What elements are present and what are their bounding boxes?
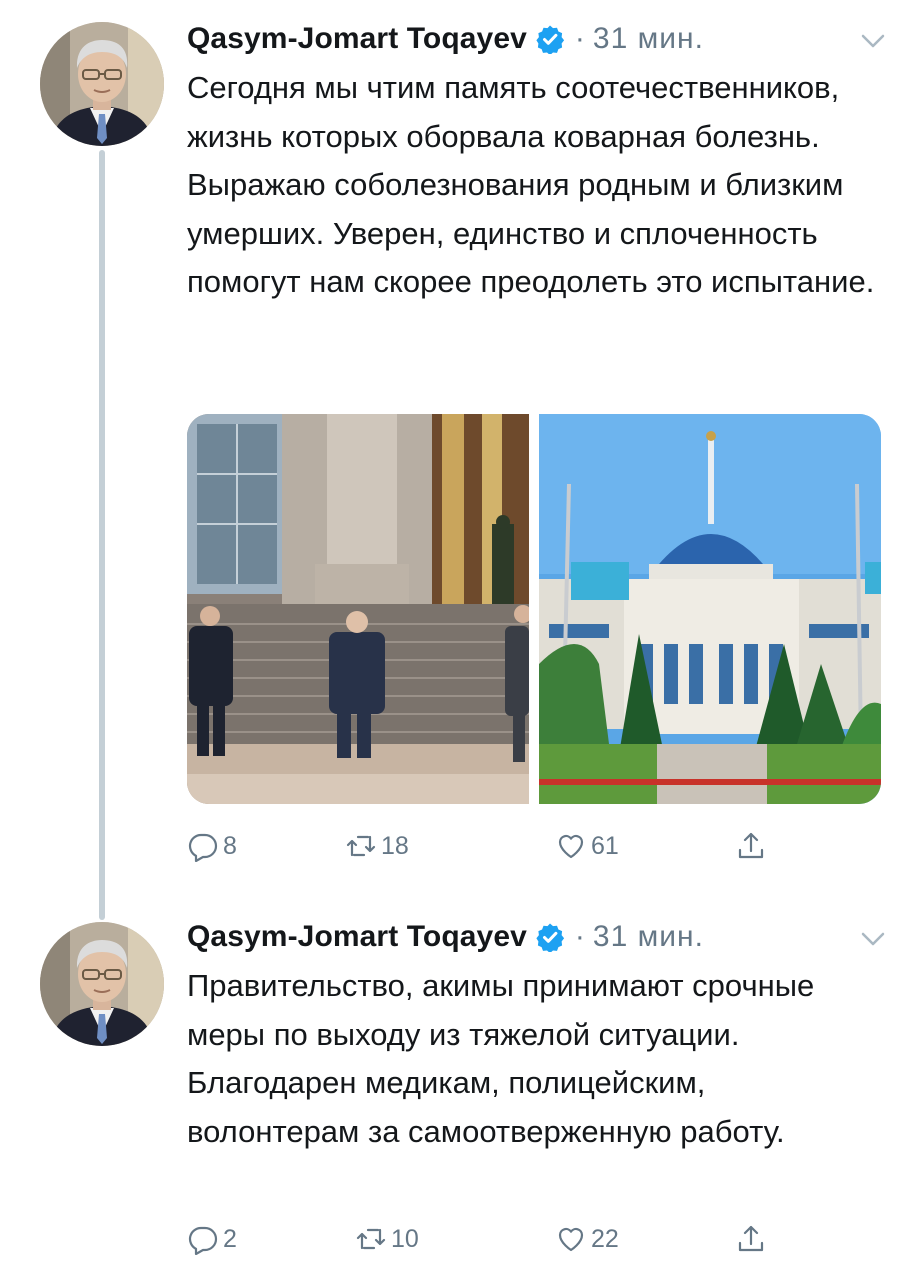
reply-count: 2	[223, 1224, 237, 1253]
like-count: 22	[591, 1224, 619, 1253]
share-button[interactable]	[735, 826, 767, 866]
heart-icon	[558, 1227, 584, 1252]
author-name[interactable]: Qasym-Jomart Toqayev	[187, 920, 527, 954]
retweet-button[interactable]: 18	[345, 826, 409, 866]
reply-count: 8	[223, 831, 237, 860]
verified-badge-icon	[535, 24, 565, 54]
like-button[interactable]: 22	[555, 1219, 619, 1259]
tweet-text: Правительство, акимы принимают срочные м…	[187, 968, 815, 1149]
chevron-down-icon[interactable]	[858, 26, 888, 56]
heart-icon	[558, 834, 584, 859]
separator-dot: ·	[574, 920, 585, 953]
retweet-icon	[356, 1228, 386, 1250]
retweet-count: 10	[391, 1224, 419, 1253]
tweet-1[interactable]: Qasym-Jomart Toqayev · 31 мин. Сегодня м…	[0, 0, 920, 920]
tweet-header: Qasym-Jomart Toqayev · 31 мин.	[187, 16, 704, 62]
chevron-down-icon[interactable]	[858, 924, 888, 954]
author-avatar[interactable]	[40, 22, 164, 146]
reply-icon	[188, 833, 218, 862]
like-button[interactable]: 61	[555, 826, 619, 866]
tweet-time[interactable]: 31 мин.	[593, 920, 704, 954]
tweet-text: Сегодня мы чтим память соотечественников…	[187, 70, 875, 299]
tweet-actions: 8 18 61	[187, 826, 807, 866]
like-count: 61	[591, 831, 619, 860]
tweet-header: Qasym-Jomart Toqayev · 31 мин.	[187, 914, 704, 960]
share-icon	[738, 1225, 764, 1252]
verified-badge-icon	[535, 922, 565, 952]
reply-icon	[188, 1226, 218, 1255]
tweet-media[interactable]	[187, 414, 881, 804]
retweet-icon	[346, 835, 376, 857]
retweet-count: 18	[381, 831, 409, 860]
separator-dot: ·	[574, 22, 585, 55]
author-avatar[interactable]	[40, 922, 164, 1046]
photo-ceremony[interactable]	[187, 414, 529, 804]
tweet-time[interactable]: 31 мин.	[593, 22, 704, 56]
share-icon	[738, 832, 764, 859]
thread-line	[99, 150, 105, 920]
tweet-actions: 2 10 22	[187, 1219, 807, 1259]
reply-button[interactable]: 8	[187, 826, 237, 866]
tweet-2[interactable]: Qasym-Jomart Toqayev · 31 мин. Правитель…	[0, 900, 920, 1280]
reply-button[interactable]: 2	[187, 1219, 237, 1259]
author-name[interactable]: Qasym-Jomart Toqayev	[187, 22, 527, 56]
retweet-button[interactable]: 10	[355, 1219, 419, 1259]
photo-palace[interactable]	[539, 414, 881, 804]
share-button[interactable]	[735, 1219, 767, 1259]
